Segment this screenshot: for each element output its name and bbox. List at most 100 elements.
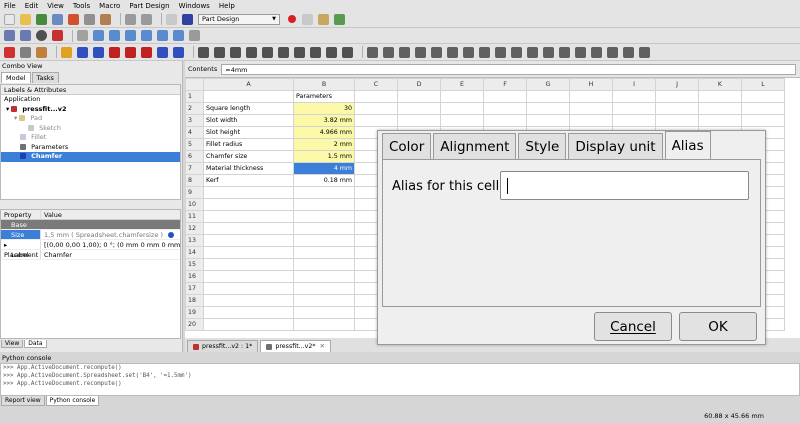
cell-b[interactable] bbox=[293, 270, 355, 283]
save-icon[interactable] bbox=[36, 13, 47, 25]
row-header[interactable]: 4 bbox=[185, 126, 204, 139]
cell-empty[interactable] bbox=[698, 102, 742, 115]
tab-color[interactable]: Color bbox=[382, 133, 432, 159]
cell-empty[interactable] bbox=[698, 114, 742, 127]
row-header[interactable]: 2 bbox=[185, 102, 204, 115]
cell-a[interactable] bbox=[203, 210, 294, 223]
fillet-icon[interactable] bbox=[157, 46, 168, 58]
cell-a[interactable] bbox=[203, 270, 294, 283]
cell-empty[interactable] bbox=[526, 90, 570, 103]
view-bottom-icon[interactable] bbox=[157, 30, 168, 41]
cell-empty[interactable] bbox=[569, 102, 613, 115]
close-icon[interactable] bbox=[4, 46, 15, 58]
tab-alias[interactable]: Alias bbox=[664, 131, 711, 159]
cell-empty[interactable] bbox=[612, 90, 656, 103]
revolution-icon[interactable] bbox=[77, 46, 88, 58]
ok-button[interactable]: OK bbox=[679, 312, 757, 341]
attach-icon[interactable] bbox=[36, 46, 47, 58]
cell-b[interactable] bbox=[293, 258, 355, 271]
constraint-perpendicular-icon[interactable] bbox=[447, 46, 458, 58]
constraint-tangent-icon[interactable] bbox=[463, 46, 474, 58]
menu-file[interactable]: File bbox=[4, 2, 16, 10]
constraint-point-on-object-icon[interactable] bbox=[383, 46, 394, 58]
constraint-snell-icon[interactable] bbox=[607, 46, 618, 58]
cell-empty[interactable] bbox=[655, 90, 699, 103]
cell-b[interactable] bbox=[293, 186, 355, 199]
view-left-icon[interactable] bbox=[173, 30, 184, 41]
tab-display-unit[interactable]: Display unit bbox=[568, 133, 663, 159]
doc-tab-spreadsheet[interactable]: pressfit...v2* ✕ bbox=[260, 340, 331, 352]
cell-empty[interactable] bbox=[483, 90, 527, 103]
stereo-icon[interactable] bbox=[52, 30, 63, 41]
tree-item-pad[interactable]: ▾ Pad bbox=[1, 114, 180, 124]
cell-a[interactable]: Fillet radius bbox=[203, 138, 294, 151]
cell-a[interactable] bbox=[203, 246, 294, 259]
cell-b[interactable] bbox=[293, 210, 355, 223]
cell-a[interactable] bbox=[203, 318, 294, 331]
cell-a[interactable] bbox=[203, 282, 294, 295]
property-row-placement[interactable]: ▸ Placement [(0,00 0,00 1,00); 0 °; (0 m… bbox=[1, 240, 180, 259]
cell-a[interactable] bbox=[203, 222, 294, 235]
column-header-j[interactable]: J bbox=[655, 78, 699, 91]
contents-input[interactable]: =4mm bbox=[221, 63, 796, 75]
constraint-distance-icon[interactable] bbox=[559, 46, 570, 58]
view-right-icon[interactable] bbox=[125, 30, 136, 41]
toggle-constraint-icon[interactable] bbox=[623, 46, 634, 58]
row-header[interactable]: 17 bbox=[185, 282, 204, 295]
cell-b[interactable]: 1.5 mm bbox=[293, 150, 355, 163]
line-icon[interactable] bbox=[198, 46, 209, 58]
cell-empty[interactable] bbox=[526, 102, 570, 115]
property-group-base[interactable]: Base bbox=[1, 220, 180, 230]
cell-empty[interactable] bbox=[741, 90, 785, 103]
row-header[interactable]: 16 bbox=[185, 270, 204, 283]
edit-macro-icon[interactable] bbox=[318, 13, 329, 25]
view-rear-icon[interactable] bbox=[141, 30, 152, 41]
view-front-icon[interactable] bbox=[93, 30, 104, 41]
arc-icon[interactable] bbox=[214, 46, 225, 58]
cell-a[interactable] bbox=[203, 186, 294, 199]
stop-macro-icon[interactable] bbox=[302, 13, 313, 25]
column-header-e[interactable]: E bbox=[440, 78, 484, 91]
tab-style[interactable]: Style bbox=[518, 133, 567, 159]
slot-icon[interactable] bbox=[294, 46, 305, 58]
column-header-h[interactable]: H bbox=[569, 78, 613, 91]
property-value[interactable]: 1,5 mm ( Spreadsheet.chamfersize ) bbox=[41, 230, 180, 239]
row-header[interactable]: 18 bbox=[185, 294, 204, 307]
redo-icon[interactable] bbox=[141, 13, 152, 25]
cell-empty[interactable] bbox=[440, 102, 484, 115]
row-header[interactable]: 19 bbox=[185, 306, 204, 319]
cell-b[interactable] bbox=[293, 246, 355, 259]
row-header[interactable]: 3 bbox=[185, 114, 204, 127]
cell-empty[interactable] bbox=[397, 102, 441, 115]
tab-alignment[interactable]: Alignment bbox=[433, 133, 517, 159]
pocket-icon[interactable] bbox=[109, 46, 120, 58]
tree-item-sketch[interactable]: Sketch bbox=[1, 124, 180, 134]
column-header-b[interactable]: B bbox=[293, 78, 355, 91]
constraint-parallel-icon[interactable] bbox=[431, 46, 442, 58]
cell-empty[interactable] bbox=[354, 114, 398, 127]
constraint-equal-icon[interactable] bbox=[479, 46, 490, 58]
cancel-button[interactable]: Cancel bbox=[594, 312, 672, 341]
open-file-icon[interactable] bbox=[20, 13, 31, 25]
constraint-radius-icon[interactable] bbox=[575, 46, 586, 58]
menu-part-design[interactable]: Part Design bbox=[129, 2, 169, 10]
trim-icon[interactable] bbox=[310, 46, 321, 58]
fit-selection-icon[interactable] bbox=[20, 30, 31, 41]
cell-b[interactable]: 2 mm bbox=[293, 138, 355, 151]
cell-b[interactable] bbox=[293, 222, 355, 235]
expand-icon[interactable]: ▸ bbox=[4, 241, 7, 249]
cell-b[interactable]: 0.18 mm bbox=[293, 174, 355, 187]
menu-windows[interactable]: Windows bbox=[179, 2, 210, 10]
row-header[interactable]: 13 bbox=[185, 234, 204, 247]
measure-icon[interactable] bbox=[189, 30, 200, 41]
column-header-a[interactable]: A bbox=[203, 78, 294, 91]
cell-empty[interactable] bbox=[741, 114, 785, 127]
polyline-icon[interactable] bbox=[246, 46, 257, 58]
cell-b[interactable]: 3.82 mm bbox=[293, 114, 355, 127]
row-header[interactable]: 10 bbox=[185, 198, 204, 211]
construction-icon[interactable] bbox=[342, 46, 353, 58]
menu-tools[interactable]: Tools bbox=[73, 2, 90, 10]
cell-empty[interactable] bbox=[440, 114, 484, 127]
expand-icon[interactable]: ▾ bbox=[14, 114, 17, 122]
view-top-icon[interactable] bbox=[109, 30, 120, 41]
